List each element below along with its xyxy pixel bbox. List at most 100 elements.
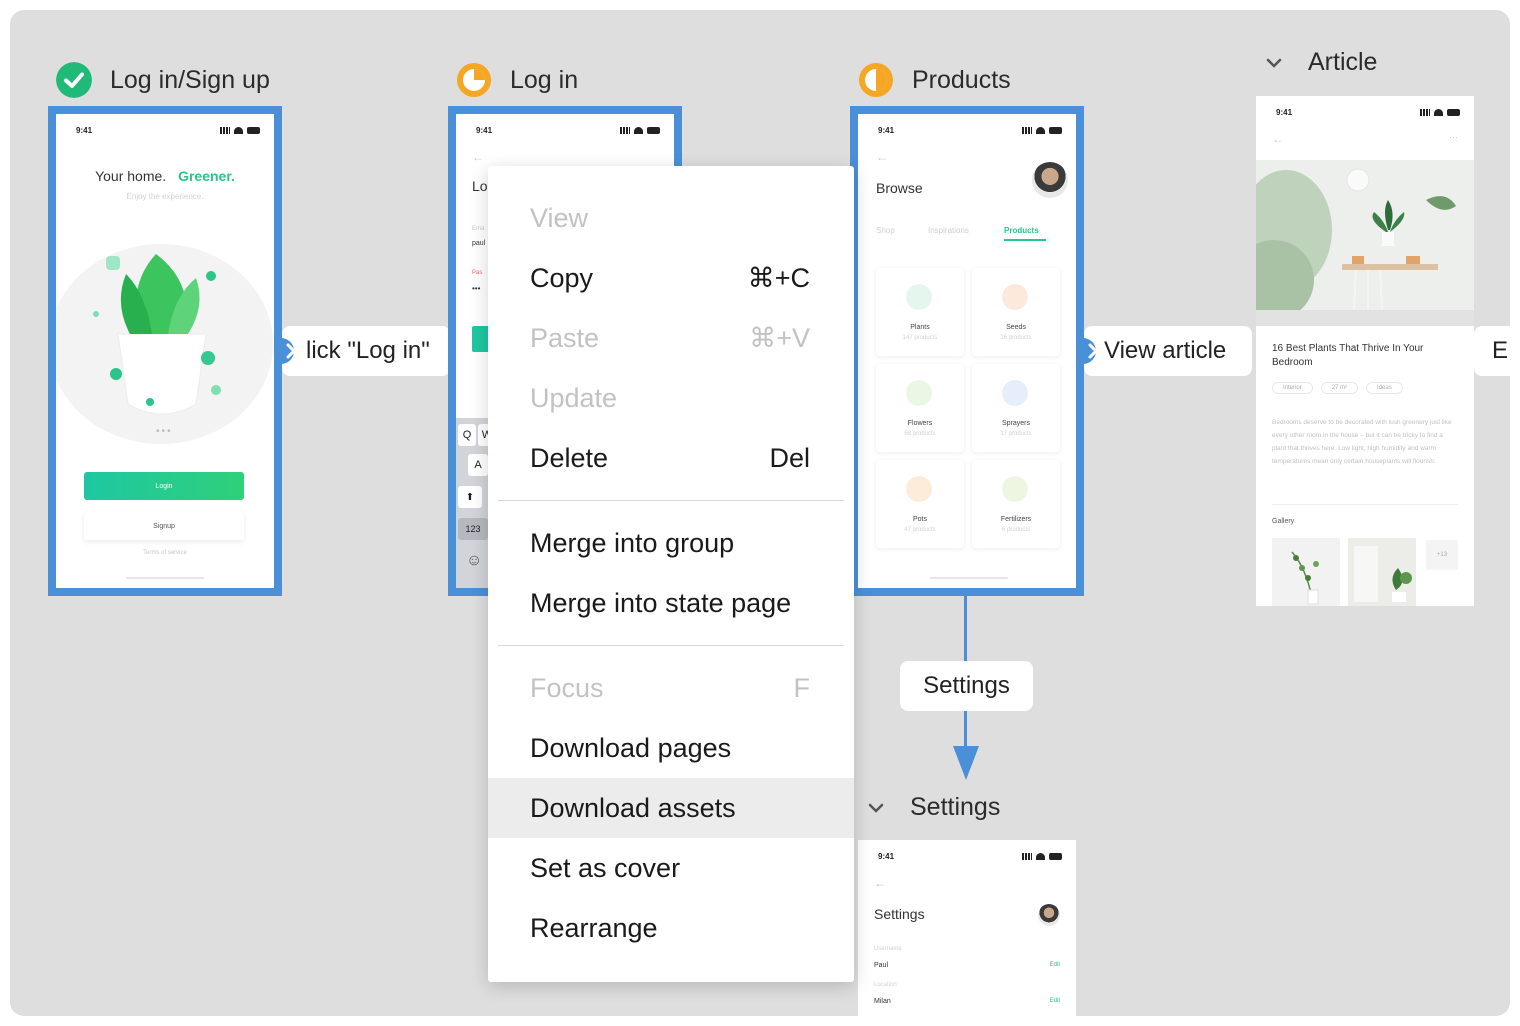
key-q[interactable]: Q (458, 424, 476, 446)
status-bar: 9:41 (878, 850, 1062, 862)
status-time: 9:41 (878, 125, 895, 135)
signal-icon (1022, 126, 1032, 134)
location-value: Milan (874, 998, 891, 1005)
signup-button[interactable]: Signup (84, 512, 244, 540)
battery-icon (1049, 852, 1062, 860)
category-card-plants[interactable]: Plants 147 products (876, 268, 964, 356)
screen-title-label: Log in/Sign up (110, 65, 270, 94)
chevron-down-icon[interactable] (1266, 55, 1282, 71)
category-card-fertilizers[interactable]: Fertilizers 6 products (972, 460, 1060, 548)
connection-label: E (1492, 337, 1509, 364)
menu-item-set-as-cover[interactable]: Set as cover (488, 838, 854, 898)
menu-item-download-assets[interactable]: Download assets (488, 778, 854, 838)
password-field[interactable]: ••• (472, 284, 480, 293)
edit-username-link[interactable]: Edit (1050, 962, 1060, 968)
tag[interactable]: Interior (1272, 382, 1313, 394)
gallery-more[interactable]: +13 (1426, 540, 1458, 570)
back-arrow-icon[interactable]: ← (1272, 132, 1284, 146)
connection-explore[interactable]: E (1474, 326, 1510, 376)
menu-item-view[interactable]: View (488, 188, 854, 248)
chevron-down-icon[interactable] (868, 800, 884, 816)
login-button[interactable]: Login (84, 472, 244, 500)
screen-title-login-signup[interactable]: Log in/Sign up (56, 62, 270, 98)
connection-arrow-icon (281, 338, 297, 364)
connection-label: Settings (923, 672, 1010, 699)
tab-shop[interactable]: Shop (876, 226, 895, 235)
menu-item-merge-into-state-page[interactable]: Merge into state page (488, 573, 854, 633)
menu-item-download-pages[interactable]: Download pages (488, 718, 854, 778)
more-icon[interactable]: ··· (1449, 132, 1458, 142)
category-card-pots[interactable]: Pots 47 products (876, 460, 964, 548)
screen-title-log-in[interactable]: Log in (456, 62, 578, 98)
gallery-image[interactable] (1348, 538, 1416, 606)
context-menu: View Copy ⌘+C Paste ⌘+V Update Delete Del M… (488, 166, 854, 982)
article-hero-image (1256, 160, 1474, 326)
category-card-seeds[interactable]: Seeds 16 products (972, 268, 1060, 356)
screen-title-label: Log in (510, 65, 579, 94)
avatar[interactable] (1038, 904, 1060, 926)
key-a[interactable]: A (468, 454, 488, 476)
home-indicator (126, 577, 204, 579)
login-heading: Lo (472, 178, 488, 194)
connection-click-log-in[interactable]: lick "Log in" (282, 326, 450, 376)
menu-item-merge-into-group[interactable]: Merge into group (488, 513, 854, 573)
location-label: Location (874, 982, 897, 988)
tag[interactable]: Ideas (1366, 382, 1403, 394)
article-heading: 16 Best Plants That Thrive In Your Bedro… (1272, 343, 1424, 368)
connection-label: lick "Log in" (306, 337, 430, 364)
tab-products[interactable]: Products (1004, 226, 1039, 235)
gallery-image[interactable] (1272, 538, 1340, 606)
category-count: 47 products (904, 527, 936, 533)
menu-item-label: Rearrange (530, 912, 658, 943)
terms-link[interactable]: Terms of service (56, 550, 274, 556)
menu-separator (498, 645, 844, 646)
connection-settings[interactable]: Settings (900, 661, 1033, 711)
avatar[interactable] (1032, 162, 1068, 198)
key-numbers[interactable]: 123 (458, 518, 488, 540)
email-label: Ema (472, 226, 485, 232)
status-bar: 9:41 (76, 124, 260, 136)
category-card-flowers[interactable]: Flowers 68 products (876, 364, 964, 452)
signal-icon (1022, 852, 1032, 860)
battery-icon (247, 126, 260, 134)
edit-location-link[interactable]: Edit (1050, 998, 1060, 1004)
menu-item-update[interactable]: Update (488, 368, 854, 428)
menu-item-focus[interactable]: Focus F (488, 658, 854, 718)
connection-arrow-icon (1083, 338, 1099, 364)
screen-title-article[interactable]: Article (1266, 48, 1377, 77)
progress-quarter-icon (457, 63, 491, 97)
emoji-key-icon[interactable]: ☺ (466, 552, 482, 570)
screen-title-label: Article (1308, 48, 1378, 76)
menu-item-paste[interactable]: Paste ⌘+V (488, 308, 854, 368)
status-time: 9:41 (878, 851, 895, 861)
back-arrow-icon[interactable]: ← (472, 150, 484, 164)
tag[interactable]: 27 m² (1320, 382, 1359, 394)
menu-item-shortcut: ⌘+C (747, 262, 810, 293)
menu-item-copy[interactable]: Copy ⌘+C (488, 248, 854, 308)
pager-dots: ••• (156, 426, 173, 437)
screen-frame-products[interactable]: 9:41 ← Browse Shop Inspirations Products… (850, 106, 1084, 596)
menu-item-label: Download assets (530, 792, 736, 823)
menu-item-rearrange[interactable]: Rearrange (488, 898, 854, 958)
category-count: 16 products (1000, 335, 1032, 341)
arrow-down-icon (953, 746, 979, 780)
prototype-canvas[interactable]: Log in/Sign up 9:41 Your home. Greener. … (10, 10, 1510, 1016)
shift-key-icon[interactable]: ⬆ (458, 486, 482, 508)
menu-item-delete[interactable]: Delete Del (488, 428, 854, 488)
screen-article[interactable]: 9:41 ← ··· 16 Best Plants That Thrive In… (1256, 96, 1474, 606)
category-count: 68 products (904, 431, 936, 437)
screen-settings[interactable]: 9:41 ← Settings Username Paul Edit Locat… (858, 840, 1076, 1016)
status-time: 9:41 (76, 125, 93, 135)
tab-inspirations[interactable]: Inspirations (928, 226, 969, 235)
connection-view-article[interactable]: View article (1084, 326, 1252, 376)
category-card-sprayers[interactable]: Sprayers 17 products (972, 364, 1060, 452)
back-arrow-icon[interactable]: ← (874, 876, 886, 890)
signal-icon (620, 126, 630, 134)
active-tab-indicator (1004, 239, 1046, 241)
screen-title-products[interactable]: Products (858, 62, 1011, 98)
screen-title-settings[interactable]: Settings (868, 793, 1000, 822)
email-field[interactable]: paul (472, 240, 485, 247)
screen-frame-login-signup[interactable]: 9:41 Your home. Greener. Enjoy the exper… (48, 106, 282, 596)
back-arrow-icon[interactable]: ← (876, 150, 888, 164)
category-name: Flowers (907, 420, 933, 427)
